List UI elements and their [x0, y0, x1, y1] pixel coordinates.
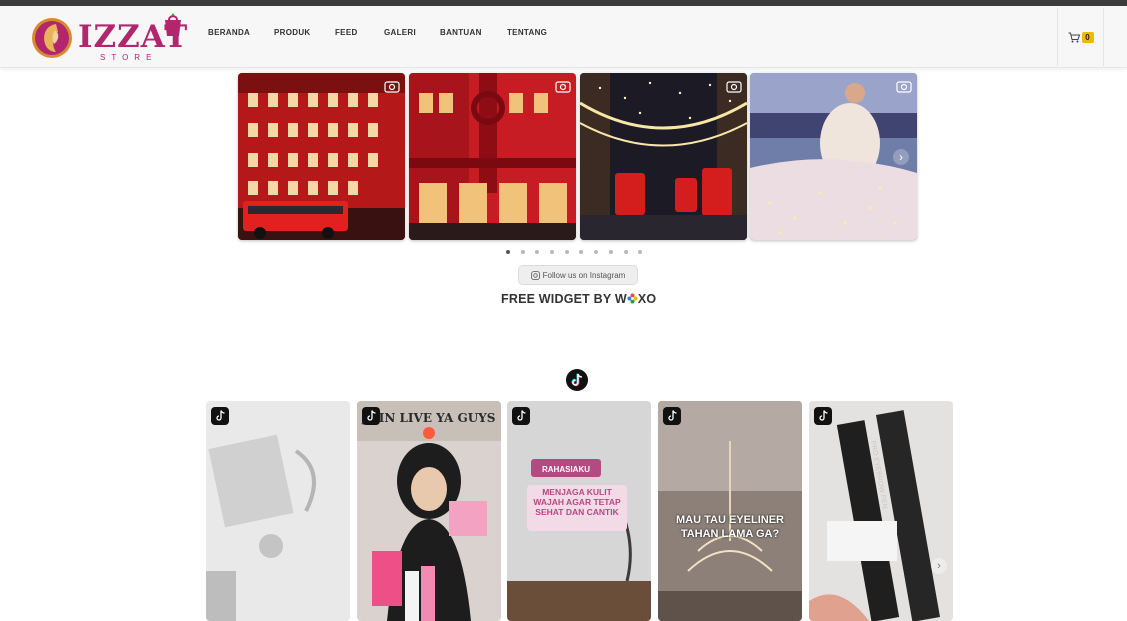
pagination-dot[interactable] — [535, 250, 540, 254]
video-2-caption: JOIN LIVE YA GUYS — [362, 411, 496, 425]
tiktok-icon — [211, 407, 229, 425]
nav-tentang[interactable]: TENTANG — [507, 28, 557, 37]
widget-credit-link[interactable]: FREE WIDGET BY W XO — [501, 292, 656, 306]
carousel-next-button[interactable]: › — [893, 149, 909, 165]
camera-icon — [896, 81, 912, 93]
cart-count-badge: 0 — [1081, 31, 1094, 43]
shopping-bag-icon — [165, 13, 181, 36]
nav-beranda[interactable]: BERANDA — [208, 28, 274, 37]
red-bow-storefront-image — [409, 73, 576, 240]
tiktok-video-5[interactable]: PRO EYEBROW PEN › — [809, 401, 953, 621]
logo-subtitle: STORE — [100, 53, 158, 62]
pagination-dot[interactable] — [594, 250, 599, 254]
red-building-image — [238, 73, 405, 240]
logo-woman-icon — [32, 18, 72, 58]
tiktok-icon — [362, 407, 380, 425]
skincare-tip-thumbnail: RAHASIAKU MENJAGA KULIT WAJAH AGAR TETAP… — [507, 401, 651, 621]
nav-produk[interactable]: PRODUK — [274, 28, 335, 37]
instagram-carousel: › — [238, 73, 918, 240]
credit-suffix: XO — [637, 292, 657, 306]
pagination-dot[interactable] — [623, 250, 628, 254]
pagination-dot[interactable] — [579, 250, 584, 254]
camera-icon — [555, 81, 571, 93]
site-header: IZZAT STORE BERANDA PRODUK FEED GALERI B… — [0, 6, 1127, 68]
woman-bed-image — [750, 73, 917, 240]
tiktok-video-2[interactable]: JOIN LIVE YA GUYS — [357, 401, 501, 621]
tiktok-video-3[interactable]: RAHASIAKU MENJAGA KULIT WAJAH AGAR TETAP… — [507, 401, 651, 621]
follow-instagram-label: Follow us on Instagram — [542, 270, 626, 280]
site-logo[interactable]: IZZAT STORE — [30, 13, 200, 63]
video-3-caption: MENJAGA KULIT WAJAH AGAR TETAP SEHAT DAN… — [533, 487, 621, 517]
tiktok-icon — [566, 369, 588, 391]
tiktok-icon — [814, 407, 832, 425]
instagram-post-2[interactable] — [409, 73, 576, 240]
instagram-post-3[interactable] — [580, 73, 747, 240]
cart-button[interactable]: 0 — [1057, 8, 1104, 66]
video-3-tag: RAHASIAKU — [542, 465, 590, 474]
instagram-post-4[interactable]: › — [750, 73, 917, 240]
eyebrow-pen-thumbnail: PRO EYEBROW PEN — [809, 401, 953, 621]
tiktok-icon — [663, 407, 681, 425]
pagination-dot[interactable] — [608, 250, 613, 254]
camera-icon — [384, 81, 400, 93]
tiktok-video-4[interactable]: MAU TAU EYELINER TAHAN LAMA GA? — [658, 401, 802, 621]
woxo-flower-icon — [627, 293, 638, 304]
instagram-icon — [530, 270, 540, 280]
carousel-pagination — [506, 250, 653, 254]
street-lights-image — [580, 73, 747, 240]
cart-icon — [1068, 32, 1080, 42]
pagination-dot[interactable] — [520, 250, 525, 254]
follow-instagram-button[interactable]: Follow us on Instagram — [518, 265, 638, 285]
nav-feed[interactable]: FEED — [335, 28, 384, 37]
live-video-thumbnail: JOIN LIVE YA GUYS — [357, 401, 501, 621]
credit-prefix: FREE WIDGET BY W — [501, 292, 627, 306]
chandelier-thumbnail: MAU TAU EYELINER TAHAN LAMA GA? — [658, 401, 802, 621]
tiktok-icon — [512, 407, 530, 425]
nav-bantuan[interactable]: BANTUAN — [440, 28, 507, 37]
blurred-video-thumbnail — [206, 401, 350, 621]
pagination-dot[interactable] — [564, 250, 569, 254]
tiktok-next-button[interactable]: › — [931, 558, 947, 574]
video-4-caption: MAU TAU EYELINER TAHAN LAMA GA? — [676, 514, 784, 540]
instagram-post-1[interactable] — [238, 73, 405, 240]
pagination-dot[interactable] — [638, 250, 643, 254]
camera-icon — [726, 81, 742, 93]
main-nav: BERANDA PRODUK FEED GALERI BANTUAN TENTA… — [208, 28, 557, 37]
tiktok-video-1[interactable] — [206, 401, 350, 621]
pagination-dot[interactable] — [506, 250, 510, 254]
pagination-dot[interactable] — [550, 250, 555, 254]
nav-galeri[interactable]: GALERI — [384, 28, 440, 37]
